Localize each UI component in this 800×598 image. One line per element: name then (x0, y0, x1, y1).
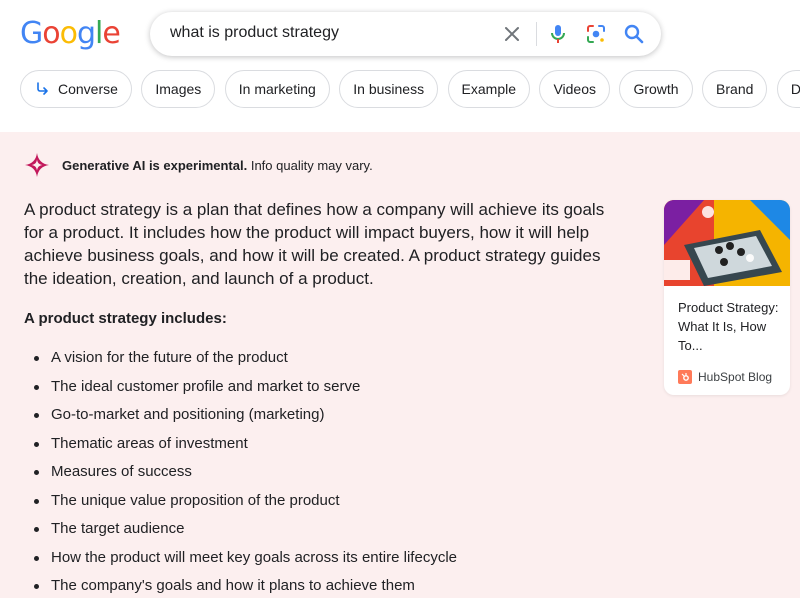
chip-label: Videos (553, 81, 597, 97)
chip-label: In business (353, 81, 425, 97)
source-site[interactable]: HubSpot Blog (678, 370, 772, 384)
includes-heading: A product strategy includes: (24, 310, 227, 327)
chip-converse[interactable]: Converse (20, 70, 132, 108)
source-title[interactable]: Product Strategy: What It Is, How To... (678, 298, 782, 355)
list-item: Measures of success (24, 458, 624, 487)
chip-differentiation[interactable]: Differenti (776, 70, 800, 108)
search-box[interactable]: what is product strategy (150, 12, 661, 56)
list-item: The unique value proposition of the prod… (24, 487, 624, 516)
chip-growth[interactable]: Growth (619, 70, 693, 108)
chip-label: Growth (633, 81, 679, 97)
chip-label: Brand (716, 81, 754, 97)
google-logo[interactable]: Google (20, 14, 121, 54)
list-item: How the product will meet key goals acro… (24, 544, 624, 573)
chip-label: Images (155, 81, 202, 97)
search-icon[interactable] (622, 22, 646, 46)
logo-letter: o (59, 16, 78, 51)
list-item: The target audience (24, 515, 624, 544)
generative-ai-sparkle-icon (24, 152, 50, 178)
converse-arrow-icon (34, 81, 50, 97)
chip-example[interactable]: Example (447, 70, 530, 108)
filter-chips: Converse Images In marketing In business… (20, 70, 800, 108)
experimental-notice-text: Generative AI is experimental. Info qual… (62, 158, 373, 173)
clear-icon[interactable] (500, 22, 524, 46)
search-divider (536, 22, 537, 46)
chip-videos[interactable]: Videos (539, 70, 611, 108)
chip-label: Differenti (790, 81, 800, 97)
chip-images[interactable]: Images (141, 70, 216, 108)
list-item: Go-to-market and positioning (marketing) (24, 401, 624, 430)
notice-rest: Info quality may vary. (247, 157, 373, 173)
chip-label: Example (461, 81, 516, 97)
chip-brand[interactable]: Brand (702, 70, 768, 108)
logo-letter: e (102, 16, 120, 51)
includes-list: A vision for the future of the product T… (24, 344, 624, 598)
source-name: HubSpot Blog (698, 370, 773, 384)
header: Google what is product strategy Converse… (0, 0, 800, 132)
experimental-notice: Generative AI is experimental. Info qual… (24, 152, 373, 178)
notice-bold: Generative AI is experimental. (62, 157, 248, 173)
microphone-icon[interactable] (546, 22, 570, 46)
chip-label: Converse (58, 81, 118, 97)
chip-in-marketing[interactable]: In marketing (224, 70, 330, 108)
ai-summary: A product strategy is a plan that define… (24, 200, 605, 288)
source-card[interactable]: Product Strategy: What It Is, How To... … (664, 200, 790, 395)
list-item: The ideal customer profile and market to… (24, 373, 624, 402)
list-item: The company's goals and how it plans to … (24, 572, 624, 598)
chip-in-business[interactable]: In business (339, 70, 439, 108)
logo-letter: o (42, 16, 60, 51)
sge-panel: Generative AI is experimental. Info qual… (0, 132, 800, 598)
chip-label: In marketing (238, 81, 316, 97)
list-item: A vision for the future of the product (24, 344, 624, 373)
logo-letter: g (76, 16, 96, 51)
list-item: Thematic areas of investment (24, 430, 624, 459)
search-input[interactable]: what is product strategy (170, 24, 339, 42)
logo-letter: G (20, 16, 43, 51)
source-thumbnail (664, 200, 790, 286)
google-lens-icon[interactable] (584, 22, 608, 46)
hubspot-icon (678, 370, 692, 384)
logo-letter: l (95, 16, 103, 51)
